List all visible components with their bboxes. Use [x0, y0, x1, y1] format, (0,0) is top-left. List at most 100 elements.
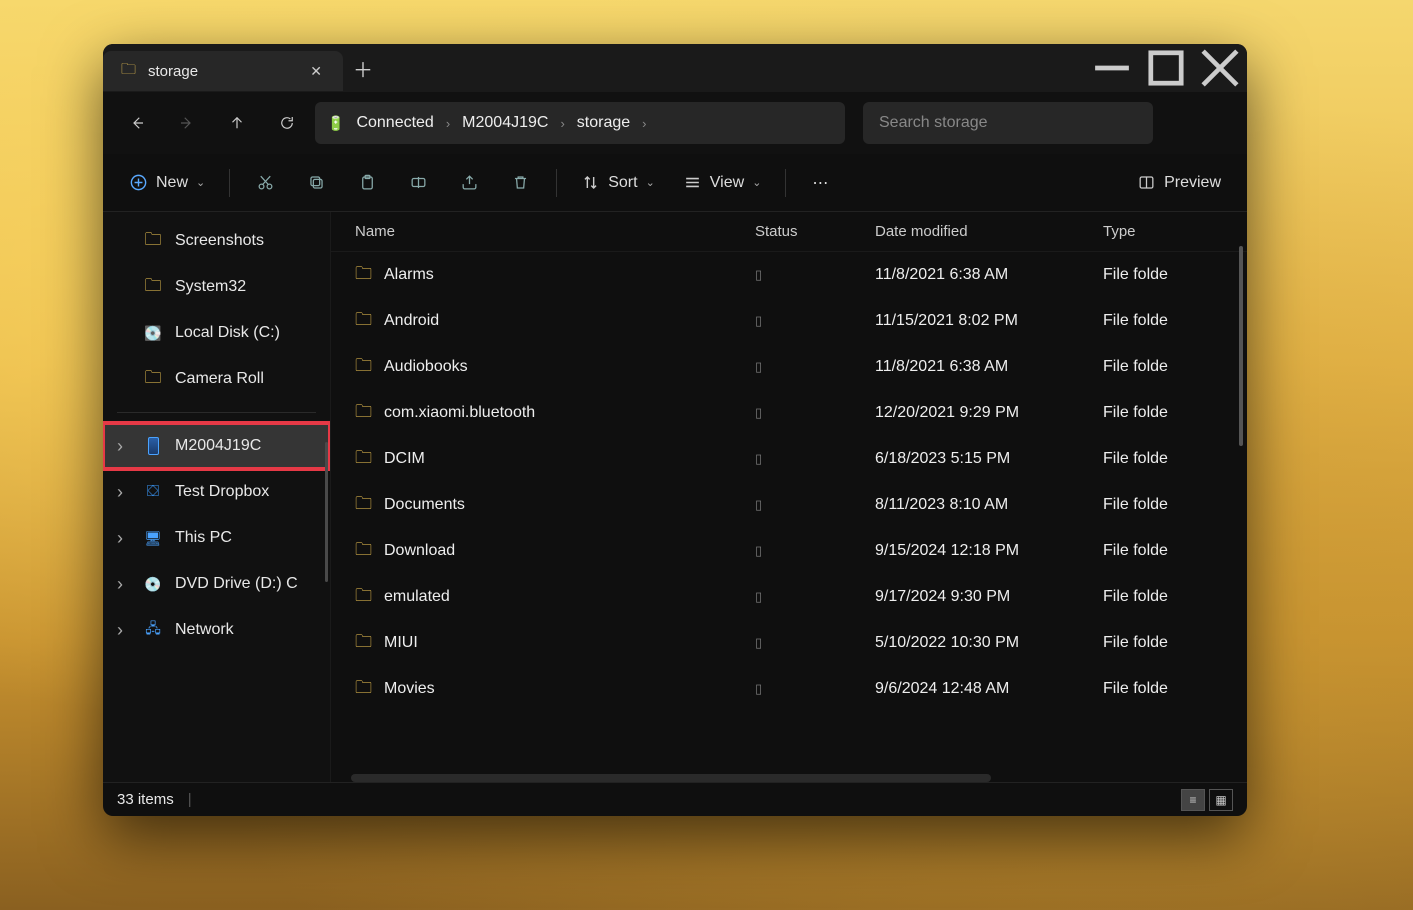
file-date: 6/18/2023 5:15 PM: [875, 450, 1103, 468]
sidebar-scrollbar[interactable]: [325, 442, 328, 582]
file-type: File folde: [1103, 312, 1247, 330]
sidebar-item[interactable]: M2004J19C: [103, 423, 330, 469]
file-name: emulated: [384, 588, 450, 606]
status-bar: 33 items | ≡ ▦: [103, 782, 1247, 816]
file-row[interactable]: 🗀com.xiaomi.bluetooth ▯ 12/20/2021 9:29 …: [331, 390, 1247, 436]
folder-icon: 🗀: [355, 261, 372, 290]
file-name: com.xiaomi.bluetooth: [384, 404, 535, 422]
file-type: File folde: [1103, 496, 1247, 514]
sidebar-item[interactable]: 💿DVD Drive (D:) C: [103, 561, 330, 607]
folder-icon: 🗀: [145, 273, 162, 302]
file-row[interactable]: 🗀Download ▯ 9/15/2024 12:18 PM File fold…: [331, 528, 1247, 574]
file-type: File folde: [1103, 404, 1247, 422]
sidebar-item-label: This PC: [175, 529, 232, 547]
network-icon: 🖧: [145, 618, 161, 642]
new-label: New: [156, 174, 188, 192]
file-pane: Name Status Date modified Type 🗀Alarms ▯…: [331, 212, 1247, 782]
status-icon: ▯: [755, 451, 762, 466]
sidebar-item[interactable]: 💽Local Disk (C:): [103, 310, 330, 356]
file-row[interactable]: 🗀Alarms ▯ 11/8/2021 6:38 AM File folde: [331, 252, 1247, 298]
horizontal-scrollbar[interactable]: [351, 774, 991, 782]
device-icon: 🔋: [327, 115, 344, 132]
sidebar[interactable]: 🗀Screenshots🗀System32💽Local Disk (C:)🗀Ca…: [103, 212, 331, 782]
close-tab-button[interactable]: ✕: [303, 59, 329, 84]
col-type-header[interactable]: Type: [1103, 223, 1247, 240]
file-row[interactable]: 🗀MIUI ▯ 5/10/2022 10:30 PM File folde: [331, 620, 1247, 666]
sort-button[interactable]: Sort ⌄: [569, 164, 667, 202]
file-type: File folde: [1103, 680, 1247, 698]
paste-button[interactable]: [344, 164, 391, 202]
sidebar-item[interactable]: 🗀System32: [103, 264, 330, 310]
share-button[interactable]: [446, 164, 493, 202]
minimize-button[interactable]: [1085, 48, 1139, 88]
status-icon: ▯: [755, 543, 762, 558]
details-view-button[interactable]: ≡: [1181, 789, 1205, 811]
sidebar-item[interactable]: ⛋Test Dropbox: [103, 469, 330, 515]
status-icon: ▯: [755, 359, 762, 374]
status-icon: ▯: [755, 267, 762, 282]
thumbnails-view-button[interactable]: ▦: [1209, 789, 1233, 811]
pc-icon: 🖥: [144, 530, 162, 547]
file-row[interactable]: 🗀Movies ▯ 9/6/2024 12:48 AM File folde: [331, 666, 1247, 712]
command-bar: New ⌄ Sort ⌄ View ⌄ ⋯ Preview: [103, 154, 1247, 212]
rename-button[interactable]: [395, 164, 442, 202]
new-tab-button[interactable]: ＋: [343, 54, 383, 83]
file-row[interactable]: 🗀Audiobooks ▯ 11/8/2021 6:38 AM File fol…: [331, 344, 1247, 390]
search-input[interactable]: Search storage: [863, 102, 1153, 144]
file-name: DCIM: [384, 450, 425, 468]
chevron-down-icon: ⌄: [752, 176, 761, 189]
delete-button[interactable]: [497, 164, 544, 202]
preview-button[interactable]: Preview: [1125, 164, 1233, 202]
close-window-button[interactable]: [1193, 48, 1247, 88]
preview-label: Preview: [1164, 174, 1221, 192]
file-type: File folde: [1103, 358, 1247, 376]
sidebar-item[interactable]: 🖥 This PC: [103, 515, 330, 561]
sidebar-item[interactable]: 🖧 Network: [103, 607, 330, 653]
sidebar-item-label: Network: [175, 621, 234, 639]
file-name: Android: [384, 312, 439, 330]
refresh-button[interactable]: [265, 101, 309, 145]
cut-button[interactable]: [242, 164, 289, 202]
breadcrumb-storage[interactable]: storage: [569, 114, 638, 132]
titlebar: 🗀 storage ✕ ＋: [103, 44, 1247, 92]
back-button[interactable]: [115, 101, 159, 145]
sidebar-item-label: M2004J19C: [175, 437, 261, 455]
breadcrumb-device[interactable]: M2004J19C: [454, 114, 556, 132]
file-type: File folde: [1103, 542, 1247, 560]
tab-storage[interactable]: 🗀 storage ✕: [103, 51, 343, 91]
col-status-header[interactable]: Status: [755, 223, 875, 240]
file-row[interactable]: 🗀Documents ▯ 8/11/2023 8:10 AM File fold…: [331, 482, 1247, 528]
breadcrumb[interactable]: 🔋 Connected › M2004J19C › storage ›: [315, 102, 845, 144]
col-date-header[interactable]: Date modified: [875, 223, 1103, 240]
sort-label: Sort: [608, 174, 637, 192]
forward-button[interactable]: [165, 101, 209, 145]
breadcrumb-connected[interactable]: Connected: [348, 114, 441, 132]
file-date: 9/6/2024 12:48 AM: [875, 680, 1103, 698]
sidebar-item[interactable]: 🗀Screenshots: [103, 218, 330, 264]
search-placeholder: Search storage: [879, 114, 988, 132]
file-row[interactable]: 🗀Android ▯ 11/15/2021 8:02 PM File folde: [331, 298, 1247, 344]
status-icon: ▯: [755, 635, 762, 650]
up-button[interactable]: [215, 101, 259, 145]
file-date: 11/8/2021 6:38 AM: [875, 358, 1103, 376]
file-row[interactable]: 🗀emulated ▯ 9/17/2024 9:30 PM File folde: [331, 574, 1247, 620]
view-button[interactable]: View ⌄: [671, 164, 774, 202]
vertical-scrollbar[interactable]: [1239, 246, 1243, 446]
file-date: 12/20/2021 9:29 PM: [875, 404, 1103, 422]
file-row[interactable]: 🗀DCIM ▯ 6/18/2023 5:15 PM File folde: [331, 436, 1247, 482]
sidebar-item[interactable]: 🗀Camera Roll: [103, 356, 330, 402]
sidebar-item-label: Local Disk (C:): [175, 324, 280, 342]
file-date: 11/15/2021 8:02 PM: [875, 312, 1103, 330]
maximize-button[interactable]: [1139, 48, 1193, 88]
phone-icon: [148, 437, 159, 455]
dropbox-icon: ⛋: [147, 483, 159, 501]
file-date: 11/8/2021 6:38 AM: [875, 266, 1103, 284]
file-name: Movies: [384, 680, 435, 698]
file-type: File folde: [1103, 450, 1247, 468]
new-button[interactable]: New ⌄: [117, 164, 217, 202]
copy-button[interactable]: [293, 164, 340, 202]
col-name-header[interactable]: Name: [355, 223, 755, 240]
more-button[interactable]: ⋯: [798, 164, 842, 202]
file-date: 8/11/2023 8:10 AM: [875, 496, 1103, 514]
file-rows: 🗀Alarms ▯ 11/8/2021 6:38 AM File folde 🗀…: [331, 252, 1247, 770]
